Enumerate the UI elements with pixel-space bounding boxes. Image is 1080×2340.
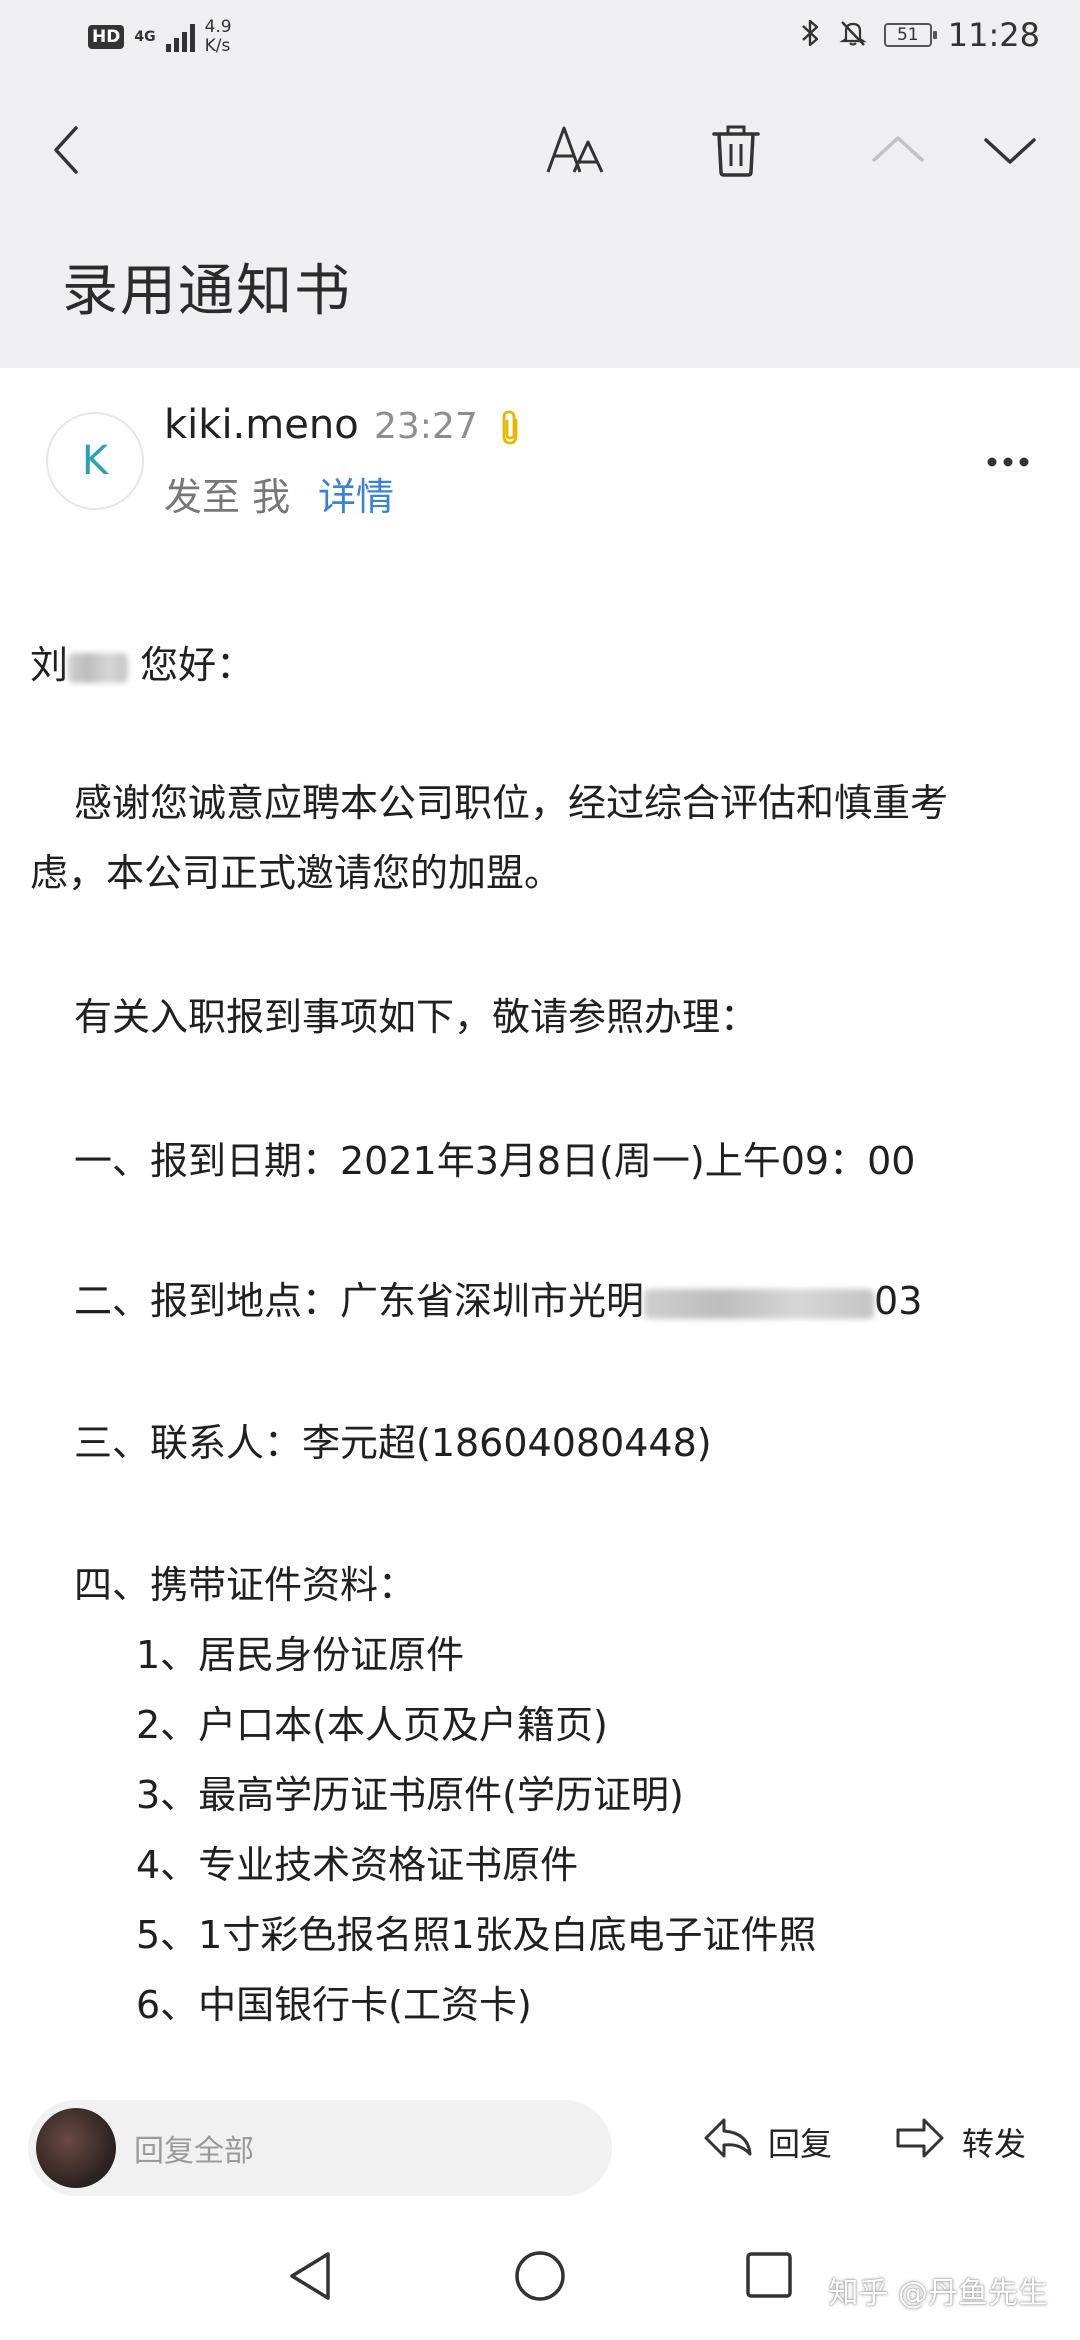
mail-toolbar xyxy=(0,100,1080,200)
greeting-line: 刘 您好： xyxy=(30,634,254,689)
greeting-name: 刘 xyxy=(30,643,69,687)
sender-avatar[interactable]: K xyxy=(46,412,144,510)
nav-recents-icon[interactable] xyxy=(744,2248,796,2308)
network-speed: 4.9 K/s xyxy=(205,18,232,56)
location-suffix: 03 xyxy=(874,1279,923,1323)
nav-back-icon[interactable] xyxy=(284,2248,336,2308)
back-icon[interactable] xyxy=(48,122,88,182)
sender-name[interactable]: kiki.meno xyxy=(164,402,359,448)
mute-bell-icon xyxy=(838,18,868,52)
attachment-icon xyxy=(496,408,524,452)
document-item: 3、最高学历证书原件(学历证明) xyxy=(136,1773,684,1817)
speed-unit: K/s xyxy=(204,36,231,56)
reply-all-placeholder: 回复全部 xyxy=(134,2134,254,2169)
chevron-down-icon[interactable] xyxy=(982,122,1038,182)
nav-home-icon[interactable] xyxy=(512,2248,568,2308)
item-contact: 三、联系人：李元超(18604080448) xyxy=(74,1421,712,1465)
paragraph-2: 有关入职报到事项如下，敬请参照办理： xyxy=(74,995,759,1039)
signal-icon xyxy=(165,22,195,52)
mail-subject: 录用通知书 xyxy=(62,259,352,324)
item-report-location: 二、报到地点：广东省深圳市光明 03 xyxy=(74,1270,922,1325)
chevron-up-icon[interactable] xyxy=(870,122,926,182)
clock: 11:28 xyxy=(947,16,1040,54)
forward-arrow-icon xyxy=(894,2114,946,2170)
sent-time: 23:27 xyxy=(374,406,478,447)
forward-button[interactable]: 转发 xyxy=(894,2114,1026,2170)
status-left: HD 4G 4.9 K/s xyxy=(88,18,232,56)
reply-all-field[interactable]: 回复全部 xyxy=(28,2100,612,2196)
system-nav-bar: 知乎 @丹鱼先生 xyxy=(0,2220,1080,2340)
paragraph-1-line-1: 感谢您诚意应聘本公司职位，经过综合评估和慎重考 xyxy=(74,781,949,825)
more-options-icon[interactable] xyxy=(986,454,1030,473)
status-bar: HD 4G 4.9 K/s 51 11:28 xyxy=(0,0,1080,82)
font-size-icon[interactable] xyxy=(544,120,608,184)
recipient-line: 发至 我 xyxy=(164,475,291,519)
item-report-date: 一、报到日期：2021年3月8日(周一)上午09：00 xyxy=(74,1139,916,1183)
user-avatar xyxy=(36,2108,116,2188)
paragraph-1-line-2: 虑，本公司正式邀请您的加盟。 xyxy=(30,851,563,895)
sender-header: K kiki.meno 23:27 发至 我 详情 xyxy=(0,372,1080,532)
document-item: 4、专业技术资格证书原件 xyxy=(136,1843,579,1887)
document-item: 5、1寸彩色报名照1张及白底电子证件照 xyxy=(136,1913,817,1957)
details-link[interactable]: 详情 xyxy=(318,466,394,521)
reply-arrow-icon xyxy=(702,2114,754,2170)
forward-label: 转发 xyxy=(962,2125,1027,2163)
document-item: 2、户口本(本人页及户籍页) xyxy=(136,1703,608,1747)
reply-button[interactable]: 回复 xyxy=(702,2114,832,2170)
item-documents-title: 四、携带证件资料： xyxy=(74,1563,417,1607)
document-item: 6、中国银行卡(工资卡) xyxy=(136,1983,532,2027)
greeting-suffix: 您好： xyxy=(140,643,255,687)
location-prefix: 二、报到地点：广东省深圳市光明 xyxy=(74,1279,645,1323)
status-right: 51 11:28 xyxy=(800,16,1040,54)
trash-icon[interactable] xyxy=(710,122,762,182)
reply-label: 回复 xyxy=(768,2125,833,2163)
network-type: 4G xyxy=(134,29,156,45)
document-item: 1、居民身份证原件 xyxy=(136,1633,465,1677)
hd-badge: HD xyxy=(88,25,125,49)
reply-bar: 回复全部 回复 转发 xyxy=(0,2090,1080,2210)
speed-value: 4.9 xyxy=(204,17,232,37)
redacted-name xyxy=(68,652,129,683)
bluetooth-icon xyxy=(800,18,822,52)
redacted-address xyxy=(644,1288,875,1319)
battery-icon: 51 xyxy=(883,23,937,47)
watermark: 知乎 @丹鱼先生 xyxy=(828,2276,1048,2311)
